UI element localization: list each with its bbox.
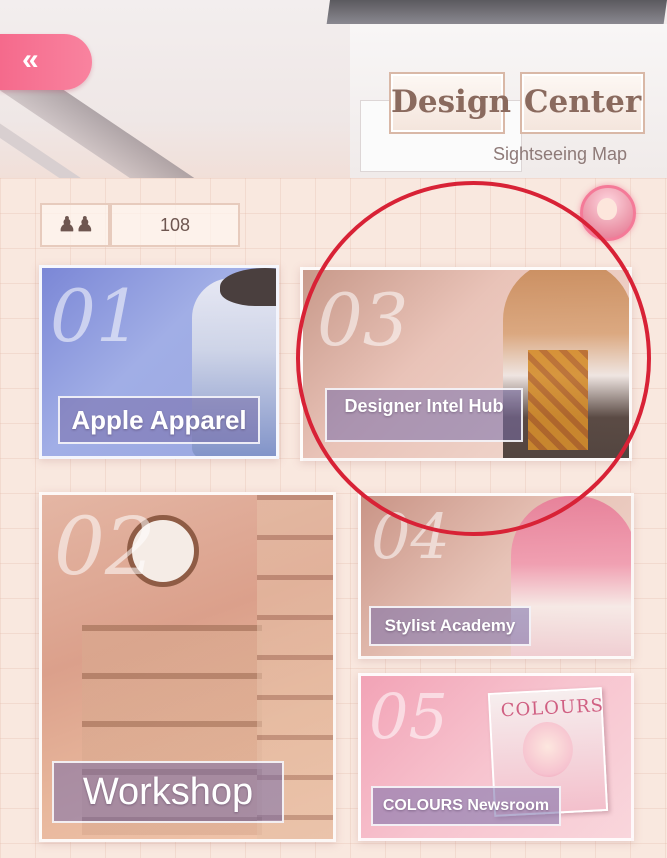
location-number: 02 (54, 500, 156, 593)
location-label: Designer Intel Hub (325, 388, 523, 442)
location-card-designer-intel-hub[interactable]: 03 Designer Intel Hub (300, 267, 632, 461)
location-card-colours-newsroom[interactable]: 05 COLOURS COLOURS Newsroom (358, 673, 634, 841)
double-chevron-left-icon: « (22, 43, 39, 76)
avatar[interactable] (580, 185, 636, 241)
back-button[interactable]: « (0, 34, 92, 90)
location-label: Apple Apparel (58, 396, 260, 444)
location-card-apple-apparel[interactable]: 01 Apple Apparel (39, 265, 279, 459)
character-illustration (521, 720, 575, 779)
location-number: 04 (371, 500, 450, 573)
hat-illustration (220, 268, 276, 306)
ceiling-beam (326, 0, 667, 24)
location-label: COLOURS Newsroom (371, 786, 561, 826)
location-number: 03 (317, 278, 409, 362)
people-icon: ♟♟ (58, 214, 94, 236)
people-counter-icon-box: ♟♟ (40, 203, 110, 247)
page-title-center: Center (520, 72, 645, 134)
people-counter-value: 108 (110, 203, 240, 247)
location-card-workshop[interactable]: 02 Workshop (39, 492, 336, 842)
page-title-design: Design (389, 72, 511, 134)
location-label: Workshop (52, 761, 284, 823)
location-number: 01 (50, 274, 142, 358)
page-subtitle: Sightseeing Map (492, 144, 628, 164)
location-card-stylist-academy[interactable]: 04 Stylist Academy (358, 493, 634, 659)
scarf-illustration (528, 350, 588, 450)
location-number: 05 (369, 680, 448, 753)
magazine-title: COLOURS (500, 695, 605, 722)
location-label: Stylist Academy (369, 606, 531, 646)
